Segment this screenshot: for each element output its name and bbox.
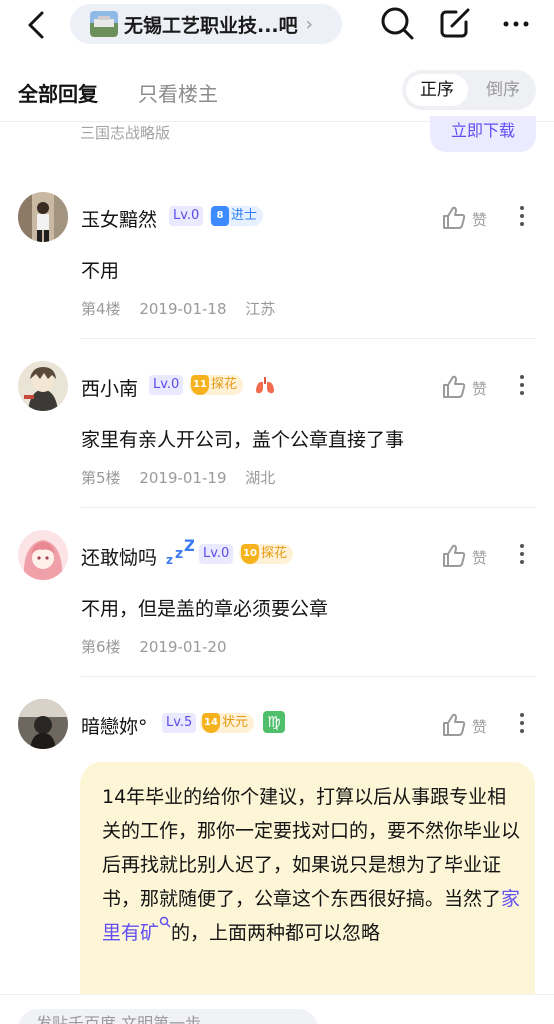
ad-download-button[interactable]: 立即下载 <box>430 116 536 152</box>
like-label[interactable]: 赞 <box>472 209 487 230</box>
rank-badge: 11 探花 <box>189 375 244 395</box>
level-badge: Lv.0 <box>149 375 184 395</box>
svg-text:z: z <box>166 553 173 566</box>
username[interactable]: 西小南 <box>81 374 138 401</box>
sort-ascending-button[interactable]: 正序 <box>406 74 468 106</box>
shield-icon: 11 <box>191 375 209 395</box>
thumbs-up-icon[interactable] <box>440 373 468 401</box>
sort-descending-button[interactable]: 倒序 <box>472 74 534 106</box>
post-more-icon[interactable] <box>516 542 528 566</box>
post-more-icon[interactable] <box>516 373 528 397</box>
avatar[interactable] <box>18 530 68 580</box>
post-content-card: 14年毕业的给你个建议，打算以后从事跟专业相关的工作，那你一定要找对口的，要不然… <box>80 762 535 1024</box>
post-location: 湖北 <box>245 469 276 487</box>
like-label[interactable]: 赞 <box>472 716 487 737</box>
content-text: 14年毕业的给你个建议，打算以后从事跟专业相关的工作，那你一定要找对口的，要不然… <box>102 786 521 910</box>
ad-app-name: 三国志战略版 <box>80 124 171 142</box>
like-label[interactable]: 赞 <box>472 378 487 399</box>
search-small-icon <box>159 916 171 928</box>
level-badge: Lv.5 <box>162 713 197 733</box>
more-options-icon[interactable] <box>498 4 536 42</box>
shield-icon: 14 <box>202 713 220 733</box>
level-badge: Lv.0 <box>199 544 234 564</box>
top-nav-bar: 无锡工艺职业技...吧 › <box>0 0 554 52</box>
rank-badge: 10 探花 <box>239 544 294 564</box>
lungs-icon <box>256 377 274 394</box>
back-arrow-icon[interactable] <box>22 8 52 42</box>
avatar[interactable] <box>18 699 68 749</box>
zodiac-virgo-icon: ♍ <box>263 711 285 733</box>
floor-number: 第5楼 <box>81 469 121 487</box>
avatar[interactable] <box>18 361 68 411</box>
divider <box>81 507 536 508</box>
divider <box>81 676 536 677</box>
search-icon[interactable] <box>378 4 416 42</box>
rank-badge: 8 进士 <box>209 206 264 226</box>
username[interactable]: 还敢恸吗 <box>81 543 157 570</box>
post-date: 2019-01-20 <box>139 638 227 656</box>
floor-number: 第4楼 <box>81 300 121 318</box>
username[interactable]: 玉女黯然 <box>81 205 157 232</box>
post-more-icon[interactable] <box>516 204 528 228</box>
post-content: 家里有亲人开公司，盖个公章直接了事 <box>81 429 405 451</box>
chevron-right-icon: › <box>305 13 313 35</box>
reply-filter-bar: 全部回复 只看楼主 正序 倒序 <box>0 58 554 122</box>
forum-title-pill[interactable]: 无锡工艺职业技...吧 › <box>70 4 342 44</box>
username[interactable]: 暗戀妳° <box>81 712 148 739</box>
thumbs-up-icon[interactable] <box>440 204 468 232</box>
thumbs-up-icon[interactable] <box>440 711 468 739</box>
post-date: 2019-01-19 <box>139 469 227 487</box>
tab-owner-only[interactable]: 只看楼主 <box>138 78 218 107</box>
reply-input[interactable]: 发贴千百度 文明第一步 <box>18 1009 318 1024</box>
svg-text:Z: Z <box>184 538 194 555</box>
tab-all-replies[interactable]: 全部回复 <box>18 78 98 107</box>
post-date: 2019-01-18 <box>139 300 227 318</box>
svg-text:z: z <box>175 546 183 562</box>
sleeping-zzz-icon: z z Z <box>166 538 194 566</box>
share-icon[interactable] <box>436 4 474 42</box>
content-text: 的，上面两种都可以忽略 <box>171 922 381 944</box>
avatar[interactable] <box>18 192 68 242</box>
post-meta: 第5楼 2019-01-19 湖北 <box>81 467 289 488</box>
shield-icon: 10 <box>241 544 259 564</box>
post-content: 不用，但是盖的章必须要公章 <box>81 598 329 620</box>
post-location: 江苏 <box>245 300 276 318</box>
rank-badge: 14 状元 <box>200 713 255 733</box>
level-badge: Lv.0 <box>169 206 204 226</box>
post-meta: 第6楼 2019-01-20 <box>81 636 241 657</box>
diamond-icon: 8 <box>211 206 229 226</box>
forum-name: 无锡工艺职业技...吧 <box>124 14 298 37</box>
like-label[interactable]: 赞 <box>472 547 487 568</box>
post-content: 不用 <box>81 260 120 282</box>
thumbs-up-icon[interactable] <box>440 542 468 570</box>
bottom-reply-bar: 发贴千百度 文明第一步 <box>0 994 554 1024</box>
post-content: 14年毕业的给你个建议，打算以后从事跟专业相关的工作，那你一定要找对口的，要不然… <box>102 780 522 950</box>
forum-thumbnail <box>90 11 118 37</box>
post-meta: 第4楼 2019-01-18 江苏 <box>81 298 289 319</box>
divider <box>81 338 536 339</box>
post-more-icon[interactable] <box>516 711 528 735</box>
sort-order-toggle: 正序 倒序 <box>402 70 536 110</box>
floor-number: 第6楼 <box>81 638 121 656</box>
